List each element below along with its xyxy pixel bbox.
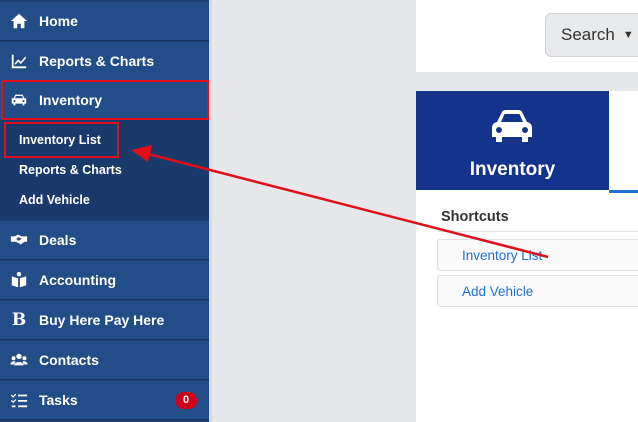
nav-accounting-label: Accounting xyxy=(39,272,116,288)
b-icon: B xyxy=(11,310,27,330)
inventory-tile[interactable]: Inventory xyxy=(416,91,609,190)
handshake-icon xyxy=(9,230,29,250)
home-icon xyxy=(9,11,29,31)
nav-bhph-label: Buy Here Pay Here xyxy=(39,312,165,328)
shortcut-inventory-list-label: Inventory List xyxy=(462,247,543,263)
book-icon xyxy=(9,270,29,290)
inventory-tile-title: Inventory xyxy=(469,159,556,180)
nav-deals-label: Deals xyxy=(39,232,77,248)
caret-down-icon: ▼ xyxy=(622,29,634,41)
nav-tasks[interactable]: Tasks 0 xyxy=(0,381,209,420)
users-icon xyxy=(9,350,29,370)
submenu-reports-charts[interactable]: Reports & Charts xyxy=(19,163,122,177)
shortcut-add-vehicle-label: Add Vehicle xyxy=(462,283,534,299)
submenu-add-vehicle[interactable]: Add Vehicle xyxy=(19,193,90,207)
nav-accounting[interactable]: Accounting xyxy=(0,261,209,300)
shortcuts-heading: Shortcuts xyxy=(441,209,509,225)
inventory-list-highlight-box xyxy=(4,122,119,158)
tasks-icon xyxy=(9,390,29,410)
sidebar: Home Reports & Charts Inventory Inventor… xyxy=(0,0,209,422)
car-icon xyxy=(488,108,536,144)
tasks-count-badge: 0 xyxy=(175,392,197,409)
nav-home[interactable]: Home xyxy=(0,2,209,41)
shortcuts-divider xyxy=(437,231,638,232)
nav-reports-label: Reports & Charts xyxy=(39,53,155,69)
search-label: Search xyxy=(561,25,615,44)
nav-buy-here-pay-here[interactable]: B Buy Here Pay Here xyxy=(0,301,209,340)
nav-home-label: Home xyxy=(39,13,78,29)
nav-contacts-label: Contacts xyxy=(39,352,99,368)
sidebar-divider xyxy=(209,0,212,422)
shortcut-add-vehicle[interactable]: Add Vehicle xyxy=(437,275,638,307)
search-dropdown-button[interactable]: Search ▼ xyxy=(545,13,638,57)
inventory-highlight-box xyxy=(1,80,209,120)
tab-underline xyxy=(609,190,638,193)
nav-tasks-label: Tasks xyxy=(39,392,78,408)
line-chart-icon xyxy=(9,51,29,71)
nav-deals[interactable]: Deals xyxy=(0,221,209,260)
shortcut-inventory-list[interactable]: Inventory List xyxy=(437,239,638,271)
nav-reports-charts[interactable]: Reports & Charts xyxy=(0,42,209,81)
nav-contacts[interactable]: Contacts xyxy=(0,341,209,380)
